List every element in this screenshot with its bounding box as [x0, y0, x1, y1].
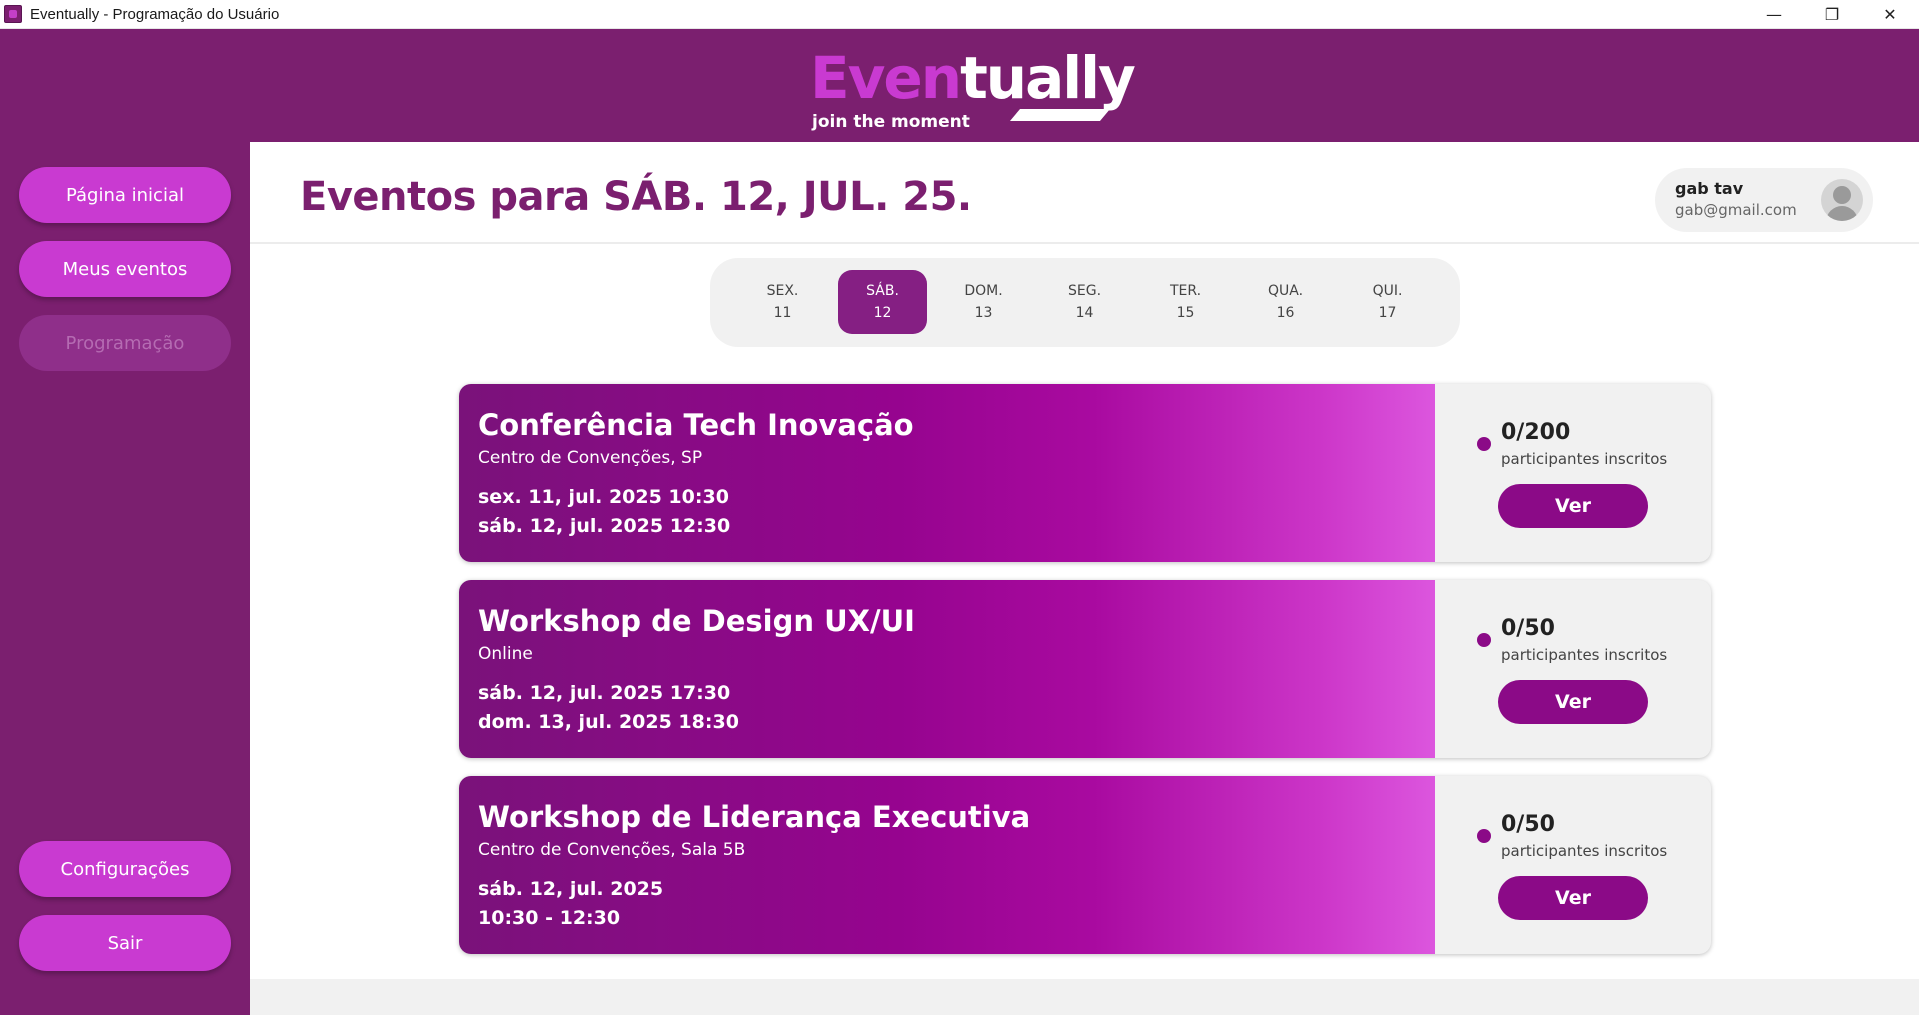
- event-info: Workshop de Design UX/UI Online sáb. 12,…: [459, 580, 1435, 758]
- footer-strip: [250, 979, 1919, 1015]
- event-title: Conferência Tech Inovação: [478, 408, 914, 442]
- sidebar-item-sair[interactable]: Sair: [19, 915, 231, 971]
- participant-count: 0/50: [1501, 812, 1555, 837]
- user-name: gab tav: [1675, 179, 1744, 198]
- event-info: Workshop de Liderança Executiva Centro d…: [459, 776, 1435, 954]
- view-event-button[interactable]: Ver: [1498, 876, 1648, 920]
- status-dot-icon: [1477, 633, 1491, 647]
- event-end: dom. 13, jul. 2025 18:30: [478, 711, 739, 733]
- event-location: Online: [478, 644, 533, 664]
- day-number: 13: [974, 305, 993, 321]
- event-card: Workshop de Liderança Executiva Centro d…: [459, 776, 1711, 954]
- event-location: Centro de Convenções, SP: [478, 448, 703, 468]
- event-card: Workshop de Design UX/UI Online sáb. 12,…: [459, 580, 1711, 758]
- restore-icon[interactable]: ❐: [1803, 0, 1861, 29]
- close-icon[interactable]: ✕: [1861, 0, 1919, 29]
- day-number: 12: [873, 305, 892, 321]
- participant-label: participantes inscritos: [1501, 646, 1668, 664]
- header-divider: [250, 242, 1919, 244]
- event-title: Workshop de Liderança Executiva: [478, 800, 1031, 834]
- day-tab-qua[interactable]: QUA. 16: [1241, 270, 1330, 334]
- sidebar-item-meus-eventos[interactable]: Meus eventos: [19, 241, 231, 297]
- participant-count: 0/200: [1501, 420, 1571, 445]
- event-stats: 0/50 participantes inscritos Ver: [1435, 776, 1711, 954]
- day-tab-qui[interactable]: QUI. 17: [1343, 270, 1432, 334]
- logo-wordmark: Eventually: [810, 49, 1136, 107]
- day-tab-sex[interactable]: SEX. 11: [738, 270, 827, 334]
- event-start: sáb. 12, jul. 2025 17:30: [478, 682, 731, 704]
- event-card: Conferência Tech Inovação Centro de Conv…: [459, 384, 1711, 562]
- page-title: Eventos para SÁB. 12, JUL. 25.: [300, 174, 972, 220]
- window-controls: — ❐ ✕: [1745, 0, 1919, 29]
- day-selector: SEX. 11 SÁB. 12 DOM. 13 SEG. 14 TER. 15 …: [710, 258, 1460, 347]
- logo-swoosh: [1009, 109, 1111, 121]
- day-number: 17: [1378, 305, 1397, 321]
- sidebar-item-pagina-inicial[interactable]: Página inicial: [19, 167, 231, 223]
- event-end: sáb. 12, jul. 2025 12:30: [478, 515, 731, 537]
- avatar-icon: [1821, 179, 1863, 221]
- day-number: 11: [773, 305, 792, 321]
- day-number: 15: [1176, 305, 1195, 321]
- main-content: Eventos para SÁB. 12, JUL. 25. gab tav g…: [250, 142, 1919, 1015]
- day-weekday: TER.: [1169, 283, 1202, 299]
- status-dot-icon: [1477, 829, 1491, 843]
- event-stats: 0/200 participantes inscritos Ver: [1435, 384, 1711, 562]
- day-weekday: SEX.: [766, 283, 799, 299]
- user-email: gab@gmail.com: [1675, 201, 1797, 219]
- view-event-button[interactable]: Ver: [1498, 484, 1648, 528]
- participant-label: participantes inscritos: [1501, 450, 1668, 468]
- logo-word-part2: tually: [960, 44, 1136, 112]
- event-location: Centro de Convenções, Sala 5B: [478, 840, 746, 860]
- logo-tagline: join the moment: [812, 112, 970, 132]
- day-weekday: DOM.: [964, 283, 1003, 299]
- window-title: Eventually - Programação do Usuário: [30, 5, 280, 23]
- eventually-logo: Eventually join the moment: [810, 49, 1136, 132]
- day-number: 14: [1075, 305, 1094, 321]
- app-icon: [4, 5, 22, 23]
- event-time-range: 10:30 - 12:30: [478, 907, 621, 929]
- sidebar-item-programacao: Programação: [19, 315, 231, 371]
- user-card[interactable]: gab tav gab@gmail.com: [1655, 168, 1873, 232]
- event-stats: 0/50 participantes inscritos Ver: [1435, 580, 1711, 758]
- event-title: Workshop de Design UX/UI: [478, 604, 915, 638]
- minimize-icon[interactable]: —: [1745, 0, 1803, 29]
- participant-label: participantes inscritos: [1501, 842, 1668, 860]
- day-tab-dom[interactable]: DOM. 13: [939, 270, 1028, 334]
- view-event-button[interactable]: Ver: [1498, 680, 1648, 724]
- app-header: Eventually join the moment: [0, 29, 1919, 142]
- window-titlebar: Eventually - Programação do Usuário — ❐ …: [0, 0, 1919, 29]
- sidebar: Página inicial Meus eventos Programação …: [0, 142, 250, 1015]
- event-info: Conferência Tech Inovação Centro de Conv…: [459, 384, 1435, 562]
- logo-word-part1: Even: [810, 44, 962, 112]
- sidebar-item-configuracoes[interactable]: Configurações: [19, 841, 231, 897]
- event-start: sex. 11, jul. 2025 10:30: [478, 486, 729, 508]
- participant-count: 0/50: [1501, 616, 1555, 641]
- day-tab-sab[interactable]: SÁB. 12: [838, 270, 927, 334]
- day-weekday: QUA.: [1267, 283, 1304, 299]
- day-number: 16: [1276, 305, 1295, 321]
- day-weekday: SÁB.: [866, 283, 899, 299]
- day-weekday: SEG.: [1067, 283, 1102, 299]
- event-date: sáb. 12, jul. 2025: [478, 878, 664, 900]
- day-tab-seg[interactable]: SEG. 14: [1040, 270, 1129, 334]
- day-tab-ter[interactable]: TER. 15: [1141, 270, 1230, 334]
- day-weekday: QUI.: [1372, 283, 1403, 299]
- status-dot-icon: [1477, 437, 1491, 451]
